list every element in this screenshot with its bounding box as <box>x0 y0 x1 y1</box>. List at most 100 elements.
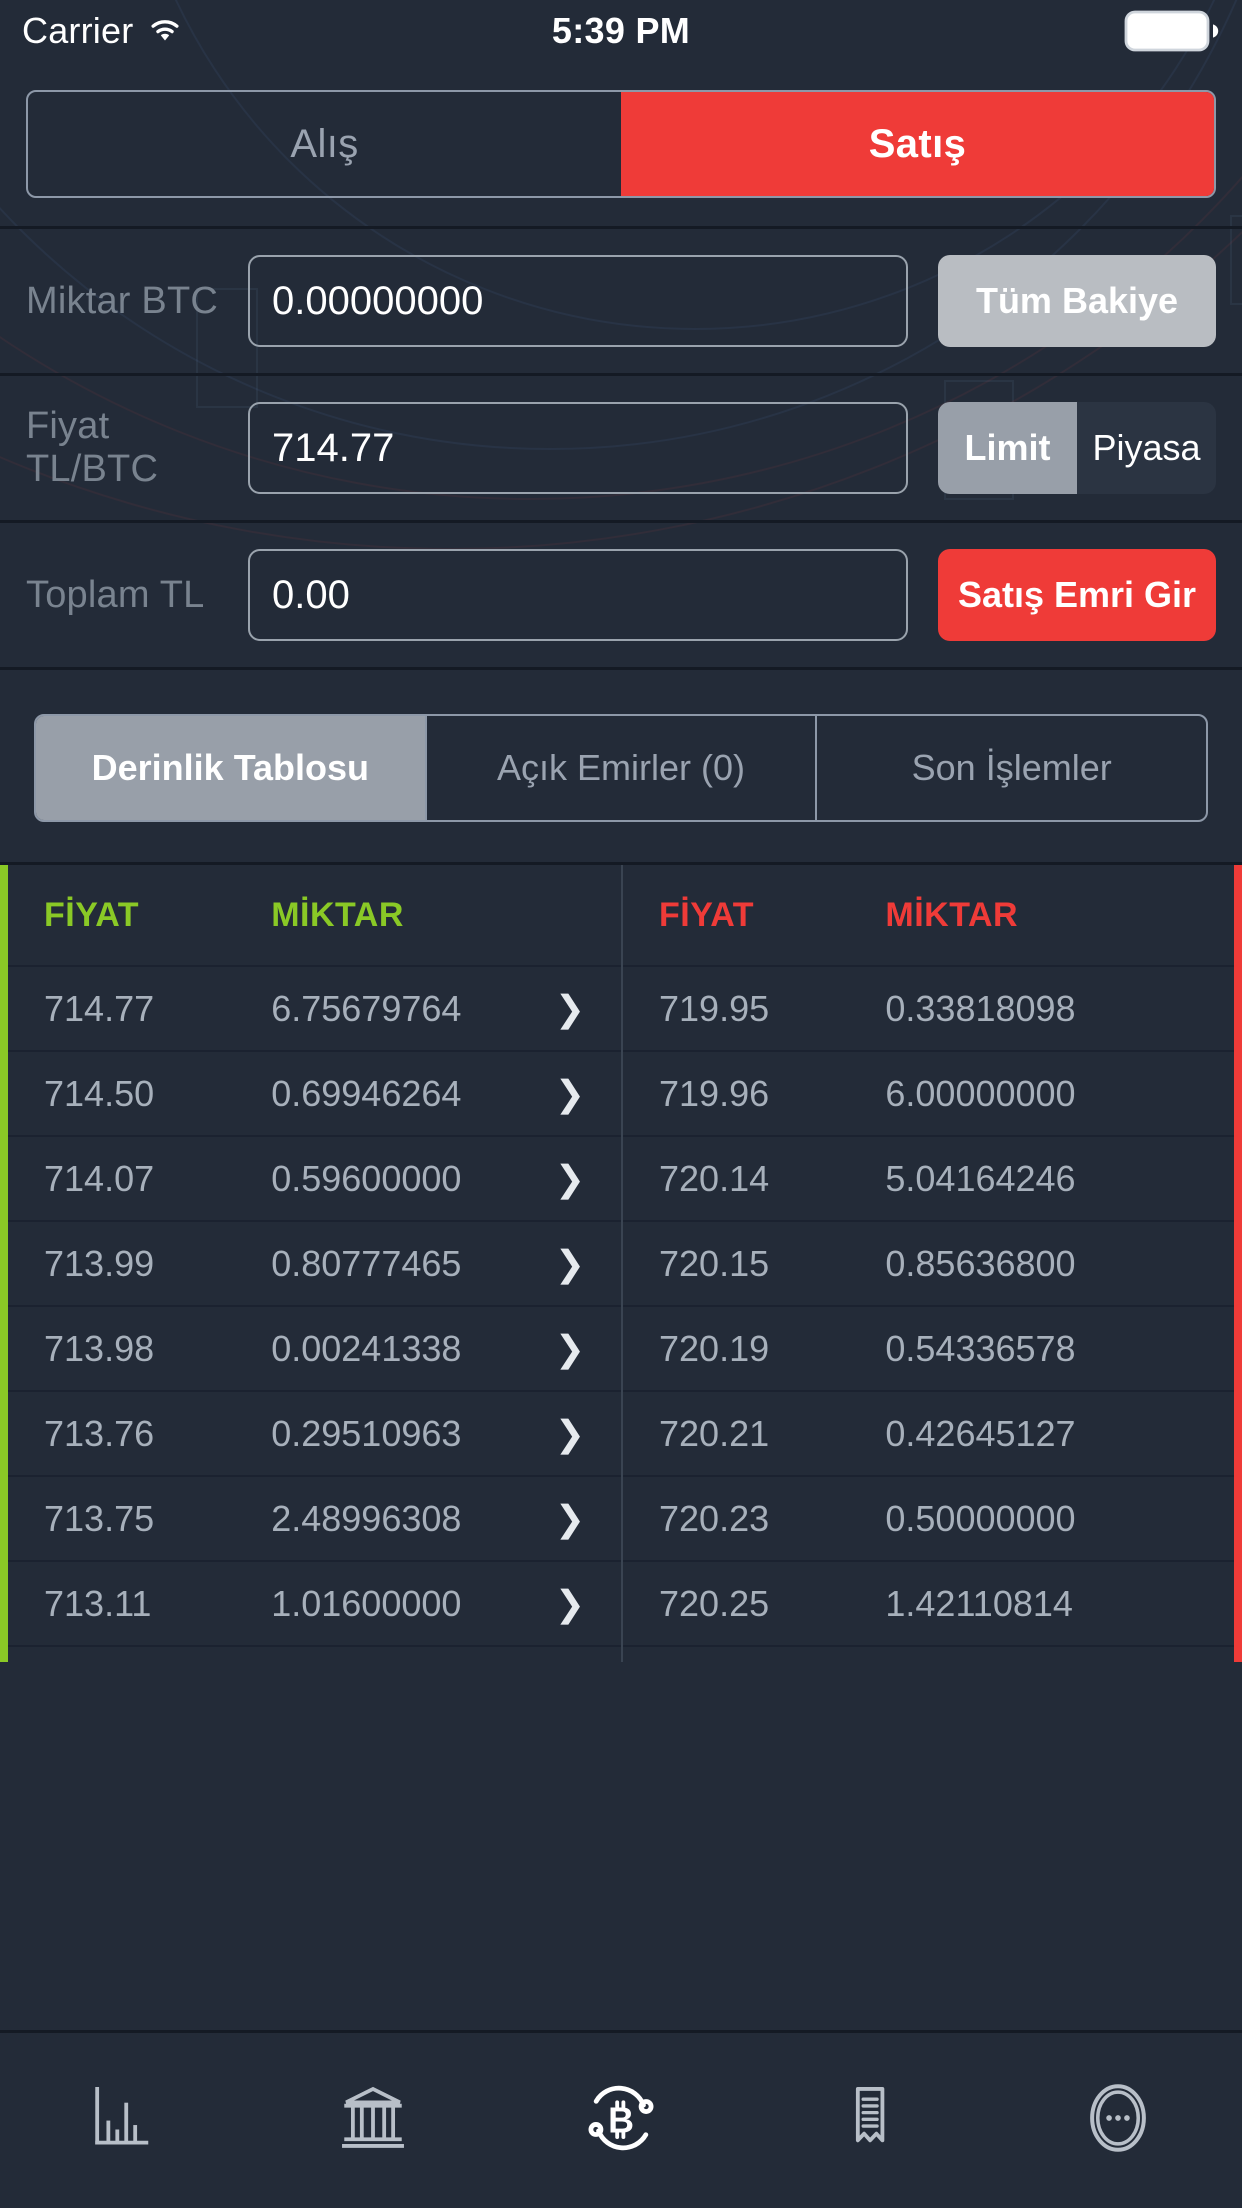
chevron-right-icon[interactable]: ❯ <box>531 1073 585 1115</box>
table-row[interactable]: 720.14 5.04164246 <box>623 1135 1234 1220</box>
table-row[interactable]: 720.23 0.50000000 <box>623 1475 1234 1560</box>
order-type-limit[interactable]: Limit <box>938 402 1077 494</box>
ask-price: 720.21 <box>659 1412 770 1454</box>
price-label: Fiyat TL/BTC <box>26 405 159 490</box>
amount-row: Miktar BTC Tüm Bakiye <box>0 229 1242 373</box>
buy-tab[interactable]: Alış <box>28 92 621 196</box>
ask-amount: 0.85636800 <box>885 1242 1076 1284</box>
order-side-selector[interactable]: Alış Satış <box>26 90 1216 198</box>
tab-markets[interactable] <box>0 2080 248 2161</box>
tab-more[interactable] <box>994 2078 1242 2163</box>
chevron-right-icon[interactable]: ❯ <box>531 1328 585 1370</box>
chevron-right-icon[interactable]: ❯ <box>531 1498 585 1540</box>
bid-price: 714.50 <box>44 1072 155 1114</box>
table-row[interactable]: 720.15 0.85636800 <box>623 1220 1234 1305</box>
table-row[interactable]: 714.07 0.59600000 ❯ <box>8 1135 621 1220</box>
bid-amount: 1.01600000 <box>271 1582 462 1624</box>
svg-text:B: B <box>608 2100 634 2140</box>
ask-price: 720.23 <box>659 1497 770 1539</box>
sell-tab[interactable]: Satış <box>621 92 1214 196</box>
order-type-market[interactable]: Piyasa <box>1077 402 1216 494</box>
tab-orders[interactable] <box>745 2080 993 2161</box>
ask-price: 720.14 <box>659 1157 770 1199</box>
tab-bank[interactable] <box>248 2080 496 2161</box>
bid-amount: 0.29510963 <box>271 1412 462 1454</box>
table-row[interactable]: 713.99 0.80777465 ❯ <box>8 1220 621 1305</box>
ask-amount: 1.42110814 <box>885 1582 1073 1624</box>
bottom-tab-bar: B <box>0 2030 1242 2208</box>
bids-header: FİYAT MİKTAR <box>8 865 621 965</box>
table-row[interactable]: 713.76 0.29510963 ❯ <box>8 1390 621 1475</box>
table-row[interactable]: 720.21 0.42645127 <box>623 1390 1234 1475</box>
battery-full-icon <box>1124 10 1220 52</box>
table-row[interactable]: 720.29 0.49000000 <box>623 1645 1234 1662</box>
table-row[interactable]: 719.95 0.33818098 <box>623 965 1234 1050</box>
bid-price: 713.99 <box>44 1242 155 1284</box>
bid-price: 713.11 <box>44 1582 152 1624</box>
asks-amount-header: MİKTAR <box>885 895 1019 934</box>
more-circle-icon <box>1078 2078 1158 2163</box>
asks-header: FİYAT MİKTAR <box>623 865 1234 965</box>
tab-depth-table[interactable]: Derinlik Tablosu <box>36 716 425 820</box>
ask-amount: 6.00000000 <box>885 1072 1076 1114</box>
table-row[interactable]: 713.01 0.13969172 ❯ <box>8 1645 621 1662</box>
table-row[interactable]: 714.77 6.75679764 ❯ <box>8 965 621 1050</box>
bid-amount: 2.48996308 <box>271 1497 462 1539</box>
total-row: Toplam TL Satış Emri Gir <box>0 523 1242 667</box>
price-row: Fiyat TL/BTC Limit Piyasa <box>0 376 1242 520</box>
chevron-right-icon[interactable]: ❯ <box>531 988 585 1030</box>
price-input[interactable] <box>248 402 908 494</box>
ask-amount: 0.50000000 <box>885 1497 1076 1539</box>
max-balance-button[interactable]: Tüm Bakiye <box>938 255 1216 347</box>
ask-amount: 0.54336578 <box>885 1327 1076 1369</box>
bid-price: 714.07 <box>44 1157 155 1199</box>
chevron-right-icon[interactable]: ❯ <box>531 1243 585 1285</box>
receipt-icon <box>831 2080 907 2161</box>
bid-price: 713.75 <box>44 1497 155 1539</box>
tab-recent-trades[interactable]: Son İşlemler <box>815 716 1206 820</box>
ask-price: 719.95 <box>659 987 770 1029</box>
bid-price: 713.76 <box>44 1412 155 1454</box>
ask-price: 720.25 <box>659 1582 770 1624</box>
order-type-selector[interactable]: Limit Piyasa <box>938 402 1216 494</box>
table-row[interactable]: 720.19 0.54336578 <box>623 1305 1234 1390</box>
table-row[interactable]: 720.25 1.42110814 <box>623 1560 1234 1645</box>
ask-amount: 0.42645127 <box>885 1412 1076 1454</box>
tab-open-orders[interactable]: Açık Emirler (0) <box>424 716 816 820</box>
bank-icon <box>335 2080 411 2161</box>
bid-price: 713.98 <box>44 1327 155 1369</box>
submit-sell-order-button[interactable]: Satış Emri Gir <box>938 549 1216 641</box>
amount-label: Miktar BTC <box>26 279 218 322</box>
bitcoin-exchange-icon: B <box>578 2075 664 2166</box>
ask-price: 719.96 <box>659 1072 770 1114</box>
ask-price: 720.15 <box>659 1242 770 1284</box>
bid-price: 714.77 <box>44 987 155 1029</box>
book-tab-bar[interactable]: Derinlik Tablosu Açık Emirler (0) Son İş… <box>34 714 1208 822</box>
table-row[interactable]: 713.75 2.48996308 ❯ <box>8 1475 621 1560</box>
status-bar: Carrier 5:39 PM <box>0 0 1242 62</box>
chevron-right-icon[interactable]: ❯ <box>531 1158 585 1200</box>
tab-trade[interactable]: B <box>497 2075 745 2166</box>
order-book-asks: FİYAT MİKTAR 719.95 0.33818098 719.96 6.… <box>621 865 1242 1662</box>
chevron-right-icon[interactable]: ❯ <box>531 1413 585 1455</box>
ask-price: 720.19 <box>659 1327 770 1369</box>
bids-amount-header: MİKTAR <box>271 895 404 934</box>
clock-label: 5:39 PM <box>551 10 691 51</box>
bid-amount: 0.69946264 <box>271 1072 462 1114</box>
table-row[interactable]: 714.50 0.69946264 ❯ <box>8 1050 621 1135</box>
amount-input[interactable] <box>248 255 908 347</box>
table-row[interactable]: 713.11 1.01600000 ❯ <box>8 1560 621 1645</box>
total-label: Toplam TL <box>26 573 205 616</box>
ask-amount: 5.04164246 <box>885 1157 1076 1199</box>
table-row[interactable]: 719.96 6.00000000 <box>623 1050 1234 1135</box>
order-book: FİYAT MİKTAR 714.77 6.75679764 ❯ 714.50 … <box>0 862 1242 1662</box>
bid-amount: 6.75679764 <box>271 987 462 1029</box>
chevron-right-icon[interactable]: ❯ <box>531 1583 585 1625</box>
bids-price-header: FİYAT <box>44 895 140 934</box>
bid-amount: 0.80777465 <box>271 1242 462 1284</box>
ask-amount: 0.33818098 <box>885 987 1076 1029</box>
total-input[interactable] <box>248 549 908 641</box>
order-book-bids: FİYAT MİKTAR 714.77 6.75679764 ❯ 714.50 … <box>0 865 621 1662</box>
asks-price-header: FİYAT <box>659 895 755 934</box>
table-row[interactable]: 713.98 0.00241338 ❯ <box>8 1305 621 1390</box>
